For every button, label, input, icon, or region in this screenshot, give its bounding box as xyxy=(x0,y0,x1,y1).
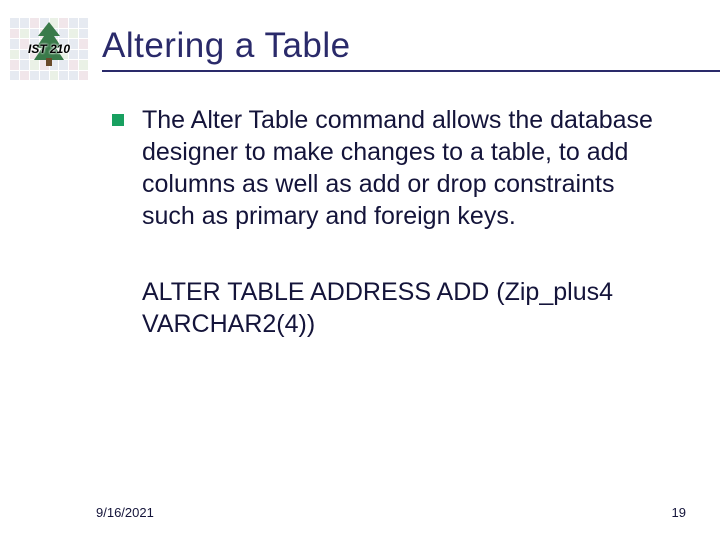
course-code-label: IST 210 xyxy=(28,42,70,56)
course-logo: IST 210 xyxy=(10,18,88,80)
slide-body: The Alter Table command allows the datab… xyxy=(0,80,720,340)
bullet-text: The Alter Table command allows the datab… xyxy=(142,104,674,232)
footer-date: 9/16/2021 xyxy=(96,505,154,520)
footer-page-number: 19 xyxy=(672,505,686,520)
slide-title: Altering a Table xyxy=(102,26,720,66)
slide: IST 210 Altering a Table The Alter Table… xyxy=(0,0,720,540)
bullet-item: The Alter Table command allows the datab… xyxy=(112,104,674,232)
title-block: Altering a Table xyxy=(88,26,720,72)
square-bullet-icon xyxy=(112,114,124,126)
slide-header: IST 210 Altering a Table xyxy=(0,0,720,80)
sql-example-text: ALTER TABLE ADDRESS ADD (Zip_plus4 VARCH… xyxy=(112,276,674,340)
slide-footer: 9/16/2021 19 xyxy=(0,505,720,520)
title-underline xyxy=(102,70,720,72)
